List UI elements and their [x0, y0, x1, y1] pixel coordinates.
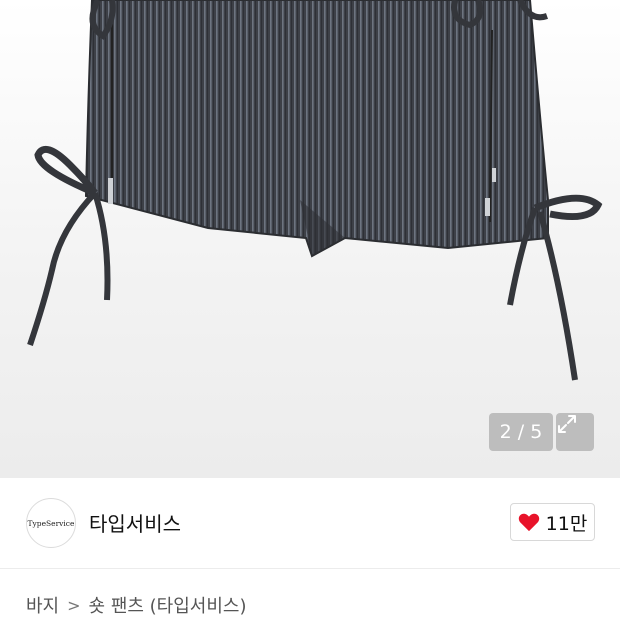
heart-icon [518, 513, 539, 532]
breadcrumb: 바지 > 숏 팬츠 (타입서비스) [26, 592, 247, 618]
chevron-right-icon: > [67, 595, 81, 615]
like-button[interactable]: 11만 [510, 503, 595, 541]
expand-button[interactable] [556, 413, 594, 451]
brand-row: TypeService 타입서비스 11만 [0, 478, 620, 569]
breadcrumb-subcategory[interactable]: 숏 팬츠 (타입서비스) [89, 592, 247, 618]
brand-logo-text: TypeService [27, 518, 75, 528]
product-image[interactable]: 2 / 5 [0, 0, 620, 478]
like-count: 11만 [545, 512, 588, 535]
product-photo [27, 0, 603, 381]
brand-name[interactable]: 타입서비스 [89, 508, 181, 537]
brand-logo[interactable]: TypeService [26, 498, 76, 548]
breadcrumb-category[interactable]: 바지 [26, 592, 59, 618]
image-counter: 2 / 5 [489, 413, 553, 451]
expand-arrows-icon [558, 415, 576, 433]
